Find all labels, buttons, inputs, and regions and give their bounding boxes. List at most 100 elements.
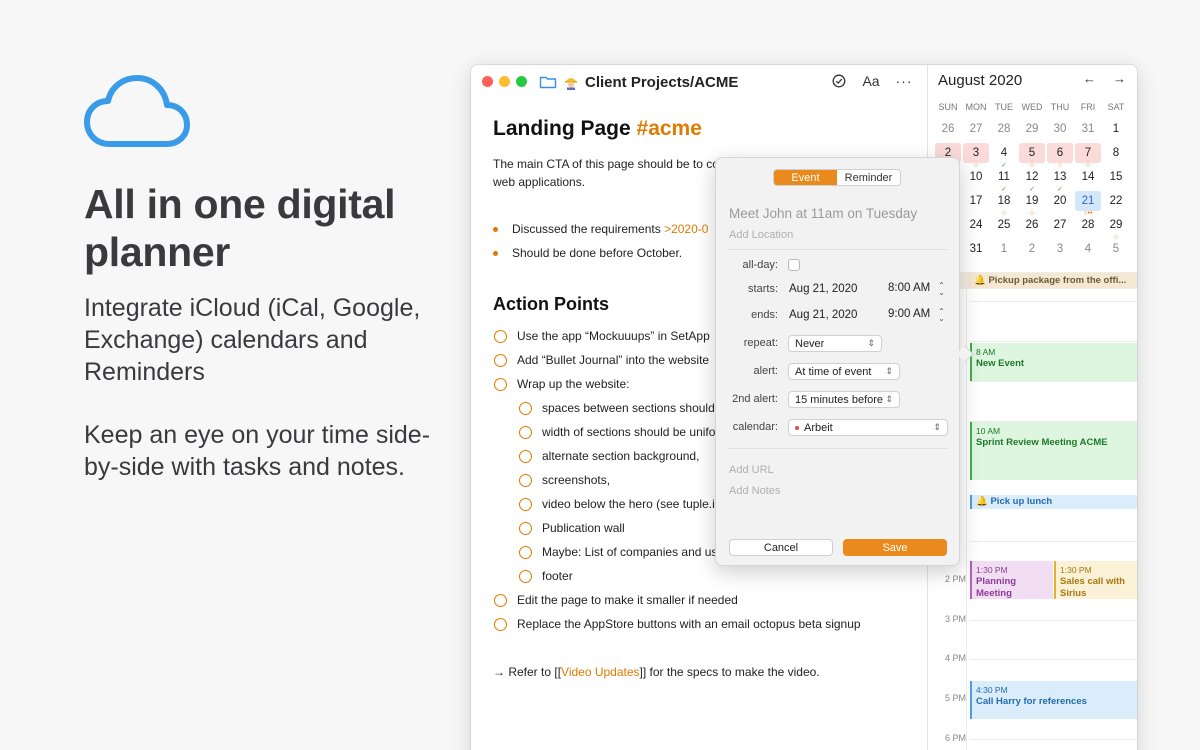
second-alert-value: 15 minutes before <box>795 393 884 406</box>
task-checkbox[interactable] <box>494 617 507 631</box>
calendar-event[interactable]: 8 AM New Event <box>970 343 1137 381</box>
calendar-day[interactable]: 30 <box>1047 119 1073 139</box>
calendar-day[interactable]: 25 <box>991 215 1017 235</box>
calendar-day[interactable]: 4 <box>1075 239 1101 259</box>
calendar-day[interactable]: 3 <box>1047 239 1073 259</box>
calendar-day[interactable]: 13 ✓ <box>1047 167 1073 193</box>
url-input[interactable]: Add URL <box>729 464 774 476</box>
task-text: Replace the AppStore buttons with an ema… <box>517 617 861 631</box>
calendar-day[interactable]: 18 ○ <box>991 191 1017 217</box>
tab-reminder[interactable]: Reminder <box>837 170 900 185</box>
task-checkbox[interactable] <box>519 569 532 583</box>
allday-checkbox[interactable] <box>788 259 800 271</box>
location-input[interactable]: Add Location <box>729 229 793 241</box>
calendar-event[interactable]: 1:30 PM Sales call with Sirius <box>1054 561 1137 599</box>
subtask-item: width of sections should be unifo <box>519 425 715 439</box>
task-checkbox[interactable] <box>519 473 532 487</box>
end-time-field[interactable]: 9:00 AM <box>888 308 930 320</box>
calendar-day[interactable]: 29 <box>1019 119 1045 139</box>
divider <box>728 448 948 449</box>
calendar-day[interactable]: 5 ○ <box>1019 143 1045 169</box>
tab-event[interactable]: Event <box>774 170 837 185</box>
calendar-day[interactable]: 19 ○ <box>1019 191 1045 217</box>
calendar-day[interactable]: 31 <box>1075 119 1101 139</box>
calendar-day[interactable]: 12 ✓ <box>1019 167 1045 193</box>
calendar-day[interactable]: 20 <box>1047 191 1073 211</box>
task-checkbox[interactable] <box>494 593 507 607</box>
calendar-day[interactable]: 24 <box>963 215 989 235</box>
task-checkbox[interactable] <box>519 425 532 439</box>
task-checkbox[interactable] <box>519 449 532 463</box>
calendar-day[interactable]: 11 ✓ <box>991 167 1017 193</box>
previous-month-button[interactable]: ← <box>1083 71 1096 86</box>
calendar-day[interactable]: 8 <box>1103 143 1129 163</box>
calendar-day[interactable]: 28 <box>1075 215 1101 235</box>
calendar-day[interactable]: 1 <box>1103 119 1129 139</box>
alert-label: alert: <box>753 365 778 377</box>
calendar-event[interactable]: 1:30 PM Planning Meeting <box>970 561 1053 599</box>
calendar-select[interactable]: Arbeit ⇕ <box>788 419 948 436</box>
subtask-item: alternate section background, <box>519 449 699 463</box>
calendar-day[interactable]: 22 <box>1103 191 1129 211</box>
calendar-event[interactable]: 4:30 PM Call Harry for references <box>970 681 1137 719</box>
task-item: Use the app “Mockuuups” in SetApp <box>494 329 710 343</box>
task-checkbox[interactable] <box>494 329 507 343</box>
subtask-item: screenshots, <box>519 473 610 487</box>
calendar-month-title: August 2020 <box>938 72 1023 89</box>
calendar-day[interactable]: 4 ✓ <box>991 143 1017 169</box>
calendar-day-selected[interactable]: 21 ○•• <box>1075 191 1101 217</box>
task-checkbox[interactable] <box>494 377 507 391</box>
cancel-button[interactable]: Cancel <box>729 539 833 556</box>
calendar-day[interactable]: 29 ○ <box>1103 215 1129 241</box>
subtask-item: video below the hero (see tuple.i <box>519 497 715 511</box>
second-alert-select[interactable]: 15 minutes before ⇕ <box>788 391 900 408</box>
task-checkbox[interactable] <box>519 497 532 511</box>
calendar-event[interactable]: 🔔 Pick up lunch <box>970 495 1137 509</box>
notes-input[interactable]: Add Notes <box>729 485 780 497</box>
save-button[interactable]: Save <box>843 539 947 556</box>
calendar-day[interactable]: 27 <box>963 119 989 139</box>
alert-select[interactable]: At time of event ⇕ <box>788 363 900 380</box>
video-updates-link[interactable]: Video Updates <box>561 665 640 679</box>
date-link[interactable]: >2020-0 <box>664 222 708 236</box>
calendar-day[interactable]: 3 ○ <box>963 143 989 169</box>
calendar-day[interactable]: 26 <box>935 119 961 139</box>
event-time: 1:30 PM <box>1060 565 1092 575</box>
calendar-day[interactable]: 17 <box>963 191 989 211</box>
start-time-field[interactable]: 8:00 AM <box>888 282 930 294</box>
start-date-field[interactable]: Aug 21, 2020 <box>789 283 857 295</box>
weekday-label: WED <box>1021 102 1043 112</box>
weekday-label: TUE <box>995 102 1013 112</box>
end-date-field[interactable]: Aug 21, 2020 <box>789 309 857 321</box>
calendar-event[interactable]: 10 AM Sprint Review Meeting ACME <box>970 422 1137 480</box>
repeat-value: Never <box>795 337 825 350</box>
task-checkbox[interactable] <box>519 545 532 559</box>
event-title-input[interactable]: Meet John at 11am on Tuesday <box>729 206 917 221</box>
calendar-day[interactable]: 15 <box>1103 167 1129 187</box>
start-time-stepper[interactable]: ⌃ ⌄ <box>937 282 946 298</box>
task-checkbox[interactable] <box>519 401 532 415</box>
acme-tag[interactable]: #acme <box>637 117 702 140</box>
event-title: Planning Meeting <box>976 576 1017 599</box>
next-month-button[interactable]: → <box>1113 71 1126 86</box>
calendar-day[interactable]: 31 <box>963 239 989 259</box>
hour-label: 6 PM <box>944 733 966 743</box>
end-time-stepper[interactable]: ⌃ ⌄ <box>937 308 946 324</box>
task-text: screenshots, <box>542 473 611 487</box>
calendar-day[interactable]: 26 <box>1019 215 1045 235</box>
calendar-day[interactable]: 28 <box>991 119 1017 139</box>
calendar-day[interactable]: 1 <box>991 239 1017 259</box>
calendar-day[interactable]: 27 <box>1047 215 1073 235</box>
calendar-day[interactable]: 5 <box>1103 239 1129 259</box>
calendar-day[interactable]: 2 <box>1019 239 1045 259</box>
ends-label: ends: <box>751 309 778 321</box>
task-checkbox[interactable] <box>519 521 532 535</box>
calendar-day[interactable]: 14 <box>1075 167 1101 187</box>
note-paragraph-line: web applications. <box>493 175 586 189</box>
repeat-select[interactable]: Never ⇕ <box>788 335 882 352</box>
calendar-day[interactable]: 6 ○ <box>1047 143 1073 169</box>
hour-label: 3 PM <box>944 614 966 624</box>
calendar-day[interactable]: 7 ○ <box>1075 143 1101 169</box>
task-checkbox[interactable] <box>494 353 507 367</box>
calendar-day[interactable]: 10 <box>963 167 989 187</box>
